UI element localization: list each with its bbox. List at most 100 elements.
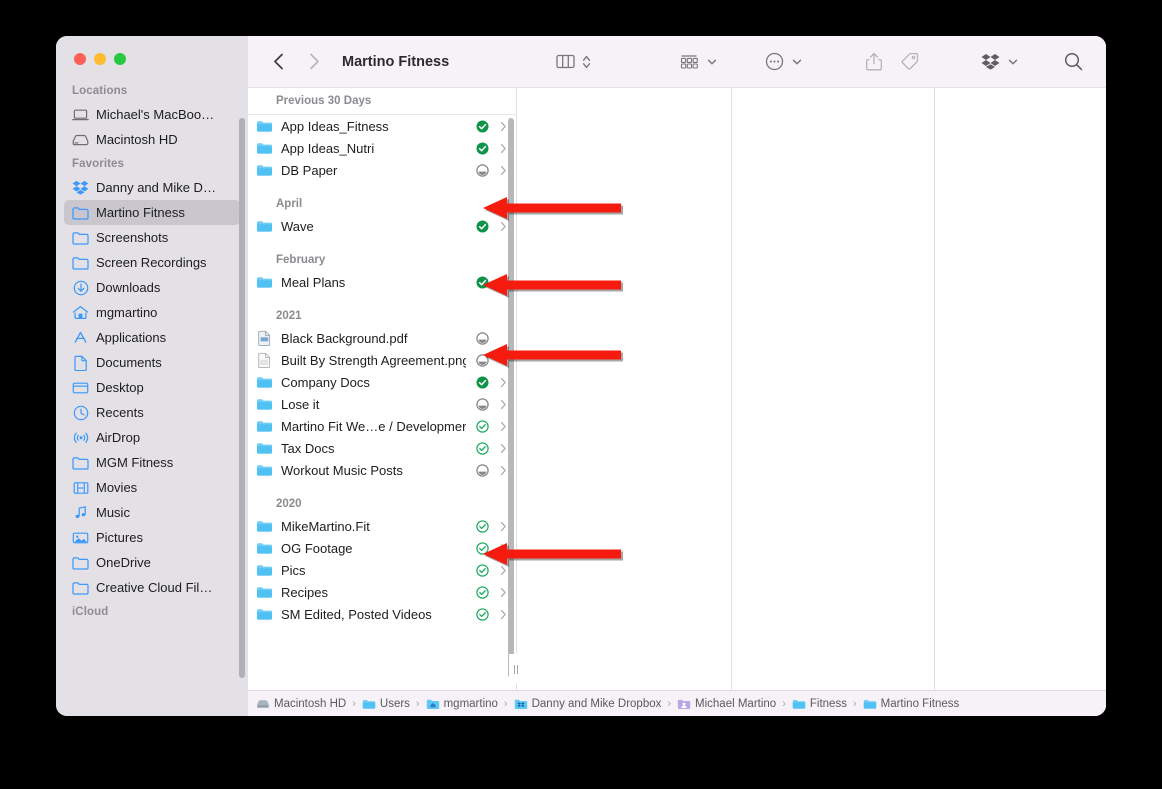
breadcrumb-item-users[interactable]: Users	[362, 697, 410, 711]
file-row[interactable]: Company Docs	[248, 371, 516, 393]
file-row[interactable]: OG Footage	[248, 537, 516, 559]
sidebar-item-danny-and-mike-d[interactable]: Danny and Mike D…	[64, 175, 240, 200]
file-row[interactable]: App Ideas_Nutri	[248, 137, 516, 159]
tags-button[interactable]	[895, 48, 924, 76]
sidebar-item-martino-fitness[interactable]: Martino Fitness	[64, 200, 240, 225]
chevron-right-icon	[498, 399, 508, 410]
file-list-scrollbar[interactable]	[508, 118, 514, 678]
folder-icon	[256, 518, 273, 535]
dropbox-folder-icon	[514, 697, 528, 711]
chevron-down-icon	[1008, 59, 1018, 65]
chevron-updown-icon	[582, 55, 591, 68]
back-button[interactable]	[264, 48, 292, 76]
folder-icon	[256, 118, 273, 135]
sidebar-item-label: AirDrop	[96, 430, 141, 445]
file-row[interactable]: Lose it	[248, 393, 516, 415]
file-row[interactable]: App Ideas_Fitness	[248, 115, 516, 137]
group-by-button[interactable]	[674, 48, 722, 76]
breadcrumb-item-michael-martino[interactable]: Michael Martino	[677, 697, 776, 711]
breadcrumb-item-mgmartino[interactable]: mgmartino	[426, 697, 498, 711]
folder-icon	[256, 540, 273, 557]
close-button[interactable]	[74, 53, 86, 65]
breadcrumb-item-danny-and-mike-dropbox[interactable]: Danny and Mike Dropbox	[514, 697, 661, 711]
breadcrumb-item-fitness[interactable]: Fitness	[792, 697, 847, 711]
file-name: MikeMartino.Fit	[281, 518, 370, 534]
sidebar-item-onedrive[interactable]: OneDrive	[64, 550, 240, 575]
breadcrumb-separator: ›	[782, 697, 786, 710]
share-button[interactable]	[861, 48, 887, 76]
minimize-button[interactable]	[94, 53, 106, 65]
file-row[interactable]: Martino Fit We…e / Development	[248, 415, 516, 437]
ellipsis-circle-icon	[765, 52, 784, 71]
file-row[interactable]: Tax Docs	[248, 437, 516, 459]
sidebar-item-documents[interactable]: Documents	[64, 350, 240, 375]
file-row[interactable]: SM Edited, Posted Videos	[248, 603, 516, 625]
breadcrumb-item-macintosh-hd[interactable]: Macintosh HD	[256, 697, 346, 711]
breadcrumb-separator: ›	[667, 697, 672, 710]
sidebar-item-music[interactable]: Music	[64, 500, 240, 525]
folder-icon	[72, 254, 89, 271]
sidebar-item-pictures[interactable]: Pictures	[64, 525, 240, 550]
file-group-header: 2020	[276, 498, 302, 510]
forward-button[interactable]	[300, 48, 328, 76]
file-row[interactable]: DB Paper	[248, 159, 516, 181]
file-row[interactable]: MikeMartino.Fit	[248, 515, 516, 537]
dropbox-button[interactable]	[976, 48, 1023, 76]
folder-icon	[256, 584, 273, 601]
desktop-icon	[72, 379, 89, 396]
sidebar-item-label: Martino Fitness	[96, 205, 185, 220]
more-actions-button[interactable]	[760, 48, 807, 76]
file-row[interactable]: Meal Plans	[248, 271, 516, 293]
folder-icon	[863, 697, 877, 711]
sidebar-scrollbar[interactable]	[239, 118, 245, 678]
file-name: App Ideas_Nutri	[281, 140, 375, 156]
sidebar-item-creative-cloud-fil[interactable]: Creative Cloud Fil…	[64, 575, 240, 600]
file-row[interactable]: Black Background.pdf	[248, 327, 516, 349]
zoom-button[interactable]	[114, 53, 126, 65]
sidebar-item-macintosh-hd[interactable]: Macintosh HD	[64, 127, 240, 152]
sync-status-icon	[474, 441, 490, 455]
preview-column-4	[935, 88, 1106, 690]
view-mode-column-button[interactable]	[551, 48, 596, 76]
sidebar-item-michael-s-macboo[interactable]: Michael's MacBoo…	[64, 102, 240, 127]
sidebar-item-mgm-fitness[interactable]: MGM Fitness	[64, 450, 240, 475]
breadcrumb-label: mgmartino	[443, 697, 498, 710]
file-row[interactable]: Recipes	[248, 581, 516, 603]
file-name: Recipes	[281, 584, 328, 600]
toolbar: Martino Fitness	[248, 36, 1106, 88]
column-divider-1[interactable]	[509, 88, 523, 690]
sidebar-item-screen-recordings[interactable]: Screen Recordings	[64, 250, 240, 275]
sync-status-icon	[474, 220, 490, 233]
sidebar-item-recents[interactable]: Recents	[64, 400, 240, 425]
folder-icon	[256, 140, 273, 157]
folder-icon	[256, 218, 273, 235]
column-view-icon	[556, 54, 575, 69]
column-resize-grip[interactable]	[509, 654, 523, 684]
page-title: Martino Fitness	[342, 53, 450, 70]
chevron-right-icon	[498, 609, 508, 620]
sync-status-icon	[474, 163, 490, 177]
sidebar-item-desktop[interactable]: Desktop	[64, 375, 240, 400]
sidebar-item-screenshots[interactable]: Screenshots	[64, 225, 240, 250]
file-row[interactable]: Pics	[248, 559, 516, 581]
sync-status-icon	[474, 463, 490, 477]
file-row[interactable]: Wave	[248, 215, 516, 237]
column-divider-2[interactable]	[725, 88, 738, 690]
breadcrumb-label: Macintosh HD	[274, 697, 347, 710]
folder-icon	[256, 396, 273, 413]
file-row[interactable]: Workout Music Posts	[248, 459, 516, 481]
chevron-right-icon	[498, 121, 508, 132]
chevron-right-icon	[498, 143, 508, 154]
sidebar-item-label: Music	[96, 505, 130, 520]
sidebar-item-airdrop[interactable]: AirDrop	[64, 425, 240, 450]
breadcrumb-item-martino-fitness[interactable]: Martino Fitness	[863, 697, 959, 711]
sidebar-item-mgmartino[interactable]: mgmartino	[64, 300, 240, 325]
sidebar-item-applications[interactable]: Applications	[64, 325, 240, 350]
sidebar-item-movies[interactable]: Movies	[64, 475, 240, 500]
sidebar-item-downloads[interactable]: Downloads	[64, 275, 240, 300]
search-button[interactable]	[1059, 48, 1088, 76]
sidebar-item-label: Recents	[96, 405, 144, 420]
column-divider-3[interactable]	[928, 88, 941, 690]
file-row[interactable]: Built By Strength Agreement.png	[248, 349, 516, 371]
harddisk-icon	[72, 131, 89, 148]
